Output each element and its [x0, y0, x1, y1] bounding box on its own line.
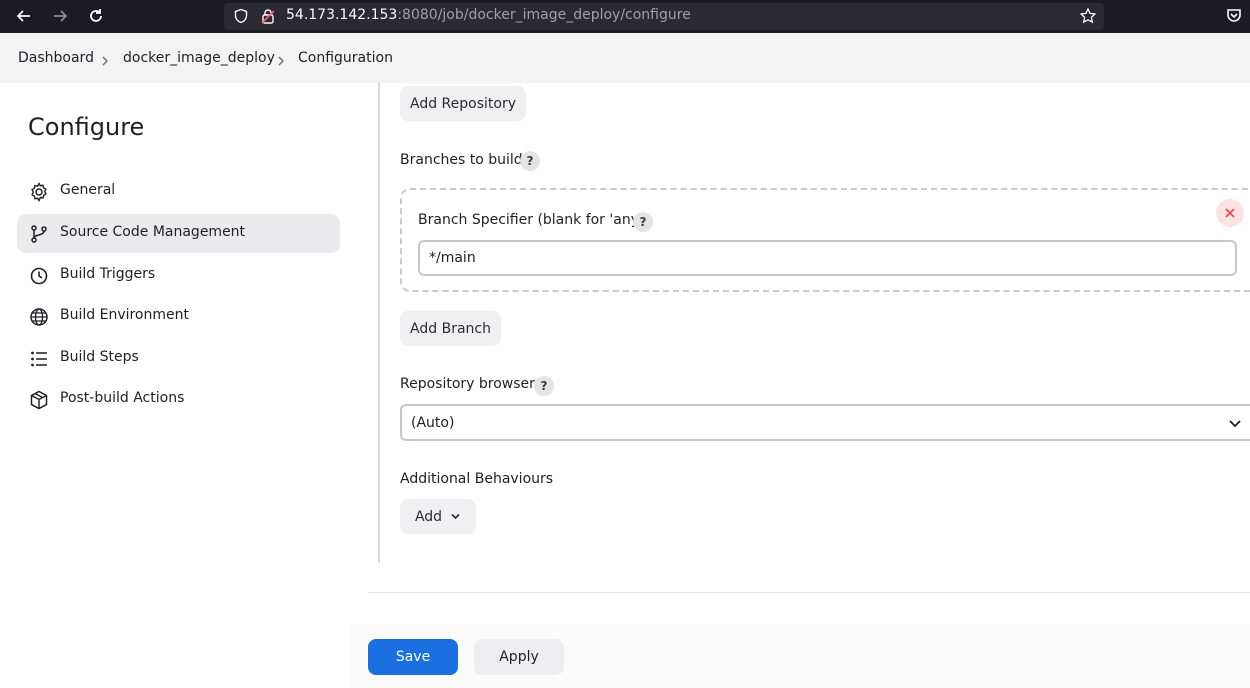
branch-specifier-label: Branch Specifier (blank for 'any') — [418, 212, 649, 228]
timer-icon — [28, 265, 50, 287]
address-bar[interactable]: 54.173.142.153:8080/job/docker_image_dep… — [224, 3, 1104, 30]
sidebar-item-label: Post-build Actions — [60, 390, 185, 406]
sidebar-item-label: General — [60, 182, 116, 198]
chevron-right-icon — [100, 52, 110, 71]
chevron-down-icon — [450, 511, 461, 522]
list-icon — [28, 348, 50, 370]
add-repository-button[interactable]: Add Repository — [400, 86, 526, 121]
sidebar-item-label: Build Environment — [60, 307, 189, 323]
help-icon[interactable]: ? — [520, 151, 540, 171]
sidebar-item-label: Build Steps — [60, 349, 139, 365]
sidebar-item-build-steps[interactable]: Build Steps — [17, 339, 340, 378]
forward-arrow-icon[interactable] — [48, 5, 72, 27]
additional-behaviours-label: Additional Behaviours — [400, 471, 554, 487]
apply-button[interactable]: Apply — [474, 639, 564, 675]
globe-icon — [28, 306, 50, 328]
save-button[interactable]: Save — [368, 639, 458, 675]
back-arrow-icon[interactable] — [12, 5, 36, 27]
package-icon — [28, 389, 50, 411]
sidebar-item-general[interactable]: General — [17, 172, 340, 211]
reload-icon[interactable] — [84, 5, 108, 27]
shield-icon[interactable] — [233, 8, 249, 28]
sidebar-item-build-triggers[interactable]: Build Triggers — [17, 256, 340, 295]
close-icon[interactable] — [1216, 199, 1244, 227]
repository-browser-select[interactable]: (Auto) — [400, 404, 1250, 441]
section-divider — [378, 83, 380, 563]
insecure-lock-icon[interactable] — [260, 8, 276, 28]
sidebar-item-label: Build Triggers — [60, 266, 156, 282]
url-text[interactable]: 54.173.142.153:8080/job/docker_image_dep… — [286, 7, 691, 23]
add-branch-button[interactable]: Add Branch — [400, 311, 501, 346]
breadcrumb: Dashboard docker_image_deploy Configurat… — [0, 33, 1250, 83]
pocket-icon[interactable] — [1222, 5, 1246, 27]
breadcrumb-job[interactable]: docker_image_deploy — [123, 50, 275, 66]
repository-browser-value: (Auto) — [411, 415, 455, 431]
branch-icon — [28, 223, 50, 245]
add-button-label: Add — [414, 508, 443, 525]
repository-browser-label: Repository browser — [400, 376, 535, 392]
add-behaviour-button[interactable]: Add — [400, 499, 476, 534]
sidebar-item-source-code-management[interactable]: Source Code Management — [17, 214, 340, 253]
help-icon[interactable]: ? — [534, 376, 554, 396]
chevron-right-icon — [276, 52, 286, 71]
breadcrumb-dashboard[interactable]: Dashboard — [18, 50, 94, 66]
help-icon[interactable]: ? — [633, 212, 653, 232]
url-host: 54.173.142.153 — [286, 7, 398, 23]
page-title: Configure — [28, 113, 145, 141]
branch-specifier-input[interactable] — [418, 240, 1237, 276]
horizontal-divider — [368, 592, 1250, 593]
gear-icon — [28, 181, 50, 203]
breadcrumb-configuration[interactable]: Configuration — [298, 50, 393, 66]
sidebar-item-label: Source Code Management — [60, 224, 246, 240]
sidebar-item-build-environment[interactable]: Build Environment — [17, 297, 340, 336]
bookmark-star-icon[interactable] — [1079, 7, 1097, 29]
sidebar-item-post-build-actions[interactable]: Post-build Actions — [17, 380, 340, 419]
chevron-down-icon — [1228, 416, 1242, 435]
url-path: :8080/job/docker_image_deploy/configure — [397, 7, 691, 23]
browser-toolbar: 54.173.142.153:8080/job/docker_image_dep… — [0, 0, 1250, 33]
branches-to-build-label: Branches to build — [400, 152, 523, 168]
